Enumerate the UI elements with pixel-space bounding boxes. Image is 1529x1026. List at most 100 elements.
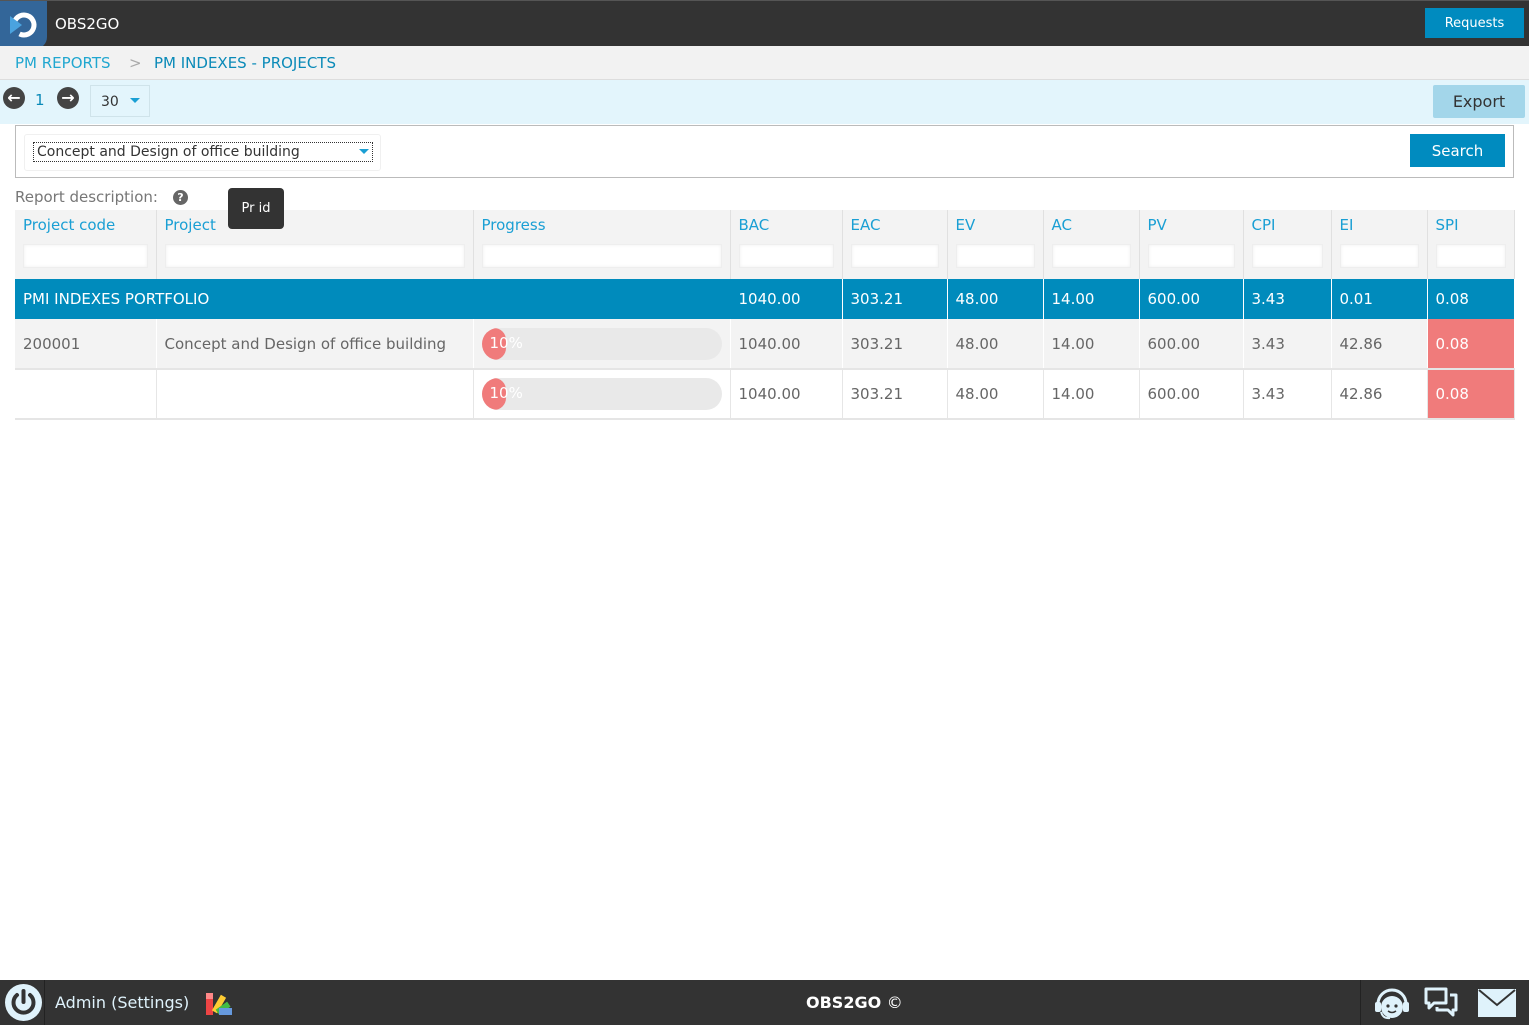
cell-cpi: 3.43 <box>1243 279 1332 319</box>
cell-progress: 10% <box>473 319 731 370</box>
cell-ev: 48.00 <box>947 279 1044 319</box>
filter-ei-input[interactable] <box>1339 244 1419 268</box>
pagination-bar: ← 1 → 30 Export <box>0 80 1529 124</box>
col-header-label[interactable]: Progress <box>482 216 722 244</box>
cell-eac: 303.21 <box>842 279 948 319</box>
breadcrumb: PM REPORTS > PM INDEXES - PROJECTS <box>0 46 1529 80</box>
cell-ei: 0.01 <box>1331 279 1428 319</box>
cell-bac: 1040.00 <box>730 369 843 420</box>
col-ei: EI <box>1331 210 1428 279</box>
cell-ac: 14.00 <box>1043 279 1140 319</box>
cell-progress: 10% <box>473 369 731 420</box>
cell-eac: 303.21 <box>842 319 948 370</box>
cell-pv: 600.00 <box>1139 319 1244 370</box>
filter-project-code-input[interactable] <box>23 244 148 268</box>
col-header-label[interactable]: BAC <box>739 216 834 244</box>
col-header-label[interactable]: PV <box>1148 216 1235 244</box>
chat-icon[interactable] <box>1423 986 1459 1024</box>
breadcrumb-current: PM INDEXES - PROJECTS <box>154 54 336 72</box>
filter-pv-input[interactable] <box>1147 244 1235 268</box>
page-size-value: 30 <box>101 94 119 110</box>
support-agent-icon[interactable] <box>1373 986 1411 1026</box>
power-icon[interactable] <box>5 984 42 1021</box>
chevron-down-icon <box>359 149 369 154</box>
cell-bac: 1040.00 <box>730 319 843 370</box>
col-header-label[interactable]: Project code <box>23 216 148 244</box>
col-header-label[interactable]: EAC <box>851 216 939 244</box>
search-button[interactable]: Search <box>1410 134 1505 167</box>
admin-settings-link[interactable]: Admin (Settings) <box>55 993 189 1012</box>
col-ac: AC <box>1043 210 1140 279</box>
table-row[interactable]: 200001 Concept and Design of office buil… <box>15 319 1515 370</box>
tooltip: Pr id <box>228 188 284 229</box>
filter-eac-input[interactable] <box>850 244 939 268</box>
breadcrumb-separator: > <box>129 54 142 72</box>
col-eac: EAC <box>842 210 948 279</box>
cell-project <box>156 369 474 420</box>
col-header-label[interactable]: Project <box>165 216 465 244</box>
progress-label: 10% <box>489 384 523 402</box>
mail-icon[interactable] <box>1478 989 1516 1021</box>
cell-ev: 48.00 <box>947 319 1044 370</box>
pm-indexes-table: Project code Project Progress BAC EAC EV… <box>15 210 1515 420</box>
col-spi: SPI <box>1427 210 1515 279</box>
col-header-label[interactable]: SPI <box>1436 216 1506 244</box>
cell-ac: 14.00 <box>1043 369 1140 420</box>
filter-ac-input[interactable] <box>1051 244 1131 268</box>
filter-spi-input[interactable] <box>1435 244 1506 268</box>
footer-bar: Admin (Settings) OBS2GO © <box>0 980 1529 1025</box>
divider <box>44 980 45 1025</box>
col-header-label[interactable]: CPI <box>1252 216 1323 244</box>
breadcrumb-pm-reports[interactable]: PM REPORTS <box>15 54 111 72</box>
cell-project-code: 200001 <box>15 319 157 370</box>
col-ev: EV <box>947 210 1044 279</box>
next-page-icon[interactable]: → <box>57 87 79 109</box>
table-row[interactable]: 10% 1040.00 303.21 48.00 14.00 600.00 3.… <box>15 369 1515 420</box>
filter-ev-input[interactable] <box>955 244 1035 268</box>
export-button[interactable]: Export <box>1433 85 1525 118</box>
col-header-label[interactable]: EI <box>1340 216 1419 244</box>
logo-icon <box>10 12 37 38</box>
col-progress: Progress <box>473 210 731 279</box>
page-size-select[interactable]: 30 <box>90 85 150 117</box>
filter-progress-input[interactable] <box>481 244 722 268</box>
project-select[interactable]: Concept and Design of office building <box>33 142 373 162</box>
filter-cpi-input[interactable] <box>1251 244 1323 268</box>
current-page: 1 <box>35 91 45 109</box>
cell-pv: 600.00 <box>1139 369 1244 420</box>
filter-project-input[interactable] <box>164 244 465 268</box>
requests-button[interactable]: Requests <box>1425 8 1524 38</box>
prev-page-icon[interactable]: ← <box>3 87 25 109</box>
copyright: OBS2GO © <box>806 993 903 1012</box>
progress-bar: 10% <box>481 378 722 410</box>
portfolio-row[interactable]: PMI INDEXES PORTFOLIO 1040.00 303.21 48.… <box>15 279 1515 319</box>
cell-project-code <box>15 369 157 420</box>
col-pv: PV <box>1139 210 1244 279</box>
cell-ei: 42.86 <box>1331 369 1428 420</box>
progress-label: 10% <box>489 333 523 352</box>
filter-bac-input[interactable] <box>738 244 834 268</box>
col-project-code: Project code <box>15 210 157 279</box>
cell-project: Concept and Design of office building <box>156 319 474 370</box>
cell-ei: 42.86 <box>1331 319 1428 370</box>
cell-bac: 1040.00 <box>730 279 843 319</box>
col-cpi: CPI <box>1243 210 1332 279</box>
copyright-brand: OBS2GO <box>806 993 882 1012</box>
copyright-symbol: © <box>886 993 903 1012</box>
cell-pv: 600.00 <box>1139 279 1244 319</box>
report-description-label: Report description: <box>15 188 158 206</box>
col-bac: BAC <box>730 210 843 279</box>
cell-spi: 0.08 <box>1427 319 1515 370</box>
app-name: OBS2GO <box>55 15 120 33</box>
project-select-value: Concept and Design of office building <box>37 144 300 160</box>
chevron-down-icon <box>130 98 140 103</box>
cell-ac: 14.00 <box>1043 319 1140 370</box>
help-icon[interactable]: ? <box>173 190 188 205</box>
col-header-label[interactable]: AC <box>1052 216 1131 244</box>
app-logo[interactable] <box>0 1 47 49</box>
cell-eac: 303.21 <box>842 369 948 420</box>
color-palette-icon[interactable] <box>205 991 233 1021</box>
col-project: Project <box>156 210 474 279</box>
cell-cpi: 3.43 <box>1243 369 1332 420</box>
col-header-label[interactable]: EV <box>956 216 1035 244</box>
